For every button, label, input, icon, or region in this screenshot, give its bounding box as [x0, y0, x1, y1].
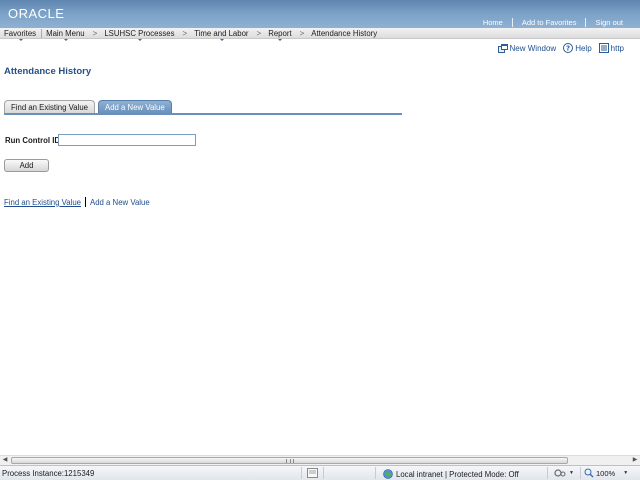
add-button[interactable]: Add [4, 159, 49, 172]
tab-divider [4, 113, 402, 115]
home-link[interactable]: Home [474, 18, 512, 27]
sign-out-link[interactable]: Sign out [586, 18, 632, 27]
header-banner: ORACLE Home Add to Favorites Sign out [0, 0, 640, 28]
dropdown-arrow-icon [219, 38, 224, 41]
breadcrumb-attendance-history: Attendance History [307, 29, 382, 38]
favorites-menu-label: Favorites [4, 28, 37, 38]
http-link-icon [598, 43, 609, 53]
run-control-id-label: Run Control ID: [5, 136, 63, 145]
magnifier-icon [584, 468, 594, 478]
breadcrumb-label: Attendance History [311, 28, 378, 38]
breadcrumb-chevron-icon: > [182, 28, 188, 38]
scroll-right-arrow-icon[interactable]: ▶ [630, 456, 640, 465]
breadcrumb-label: Time and Labor [194, 28, 249, 38]
add-to-favorites-link[interactable]: Add to Favorites [513, 18, 586, 27]
svg-text:?: ? [566, 45, 570, 53]
find-existing-value-link[interactable]: Find an Existing Value [4, 198, 81, 207]
security-zone[interactable]: Local intranet | Protected Mode: Off [383, 469, 519, 479]
dropdown-caret-icon: ▼ [623, 470, 629, 476]
zoom-button[interactable]: 100% ▼ [584, 468, 628, 478]
horizontal-scrollbar[interactable]: ◀ ▶ [0, 455, 640, 465]
breadcrumb-lsuhsc-processes[interactable]: LSUHSC Processes [100, 28, 179, 41]
status-divider [323, 467, 324, 479]
link-divider [85, 197, 87, 207]
status-divider [375, 467, 376, 479]
main-menu[interactable]: Main Menu [42, 28, 90, 41]
breadcrumb-label: LSUHSC Processes [104, 28, 175, 38]
breadcrumb-label: Report [268, 28, 292, 38]
dropdown-arrow-icon [278, 38, 283, 41]
status-divider [547, 467, 548, 479]
favorites-menu[interactable]: Favorites [0, 28, 41, 41]
page-title: Attendance History [4, 66, 92, 77]
security-zone-text: Local intranet | Protected Mode: Off [396, 469, 519, 479]
breadcrumb-report[interactable]: Report [264, 28, 296, 41]
tab-strip: Find an Existing Value Add a New Value [4, 100, 175, 113]
dropdown-arrow-icon [63, 38, 68, 41]
settings-icon [554, 469, 566, 477]
dropdown-arrow-icon [18, 38, 23, 41]
breadcrumb-chevron-icon: > [256, 28, 262, 38]
header-divider [585, 18, 587, 27]
breadcrumb-chevron-icon: > [299, 28, 305, 38]
run-control-id-input[interactable] [58, 134, 196, 146]
header-links: Home Add to Favorites Sign out [474, 18, 632, 27]
main-menu-label: Main Menu [46, 28, 85, 38]
page-status-icon [307, 468, 318, 478]
dropdown-caret-icon: ▼ [569, 470, 574, 476]
protected-mode-button[interactable]: ▼ [554, 468, 574, 478]
globe-icon [383, 469, 393, 479]
oracle-logo: ORACLE [8, 6, 65, 21]
menu-bar: Favorites Main Menu > LSUHSC Processes >… [0, 28, 640, 41]
dropdown-arrow-icon [137, 38, 142, 41]
page-toolbar: New Window ? Help http [491, 43, 624, 53]
new-window-link[interactable]: New Window [497, 43, 557, 53]
scrollbar-thumb[interactable] [11, 457, 568, 464]
add-new-value-link[interactable]: Add a New Value [90, 198, 150, 207]
help-icon: ? [563, 43, 574, 53]
http-link[interactable]: http [598, 43, 624, 53]
help-link[interactable]: ? Help [563, 43, 592, 53]
http-label: http [610, 43, 624, 53]
tab-find-existing-value[interactable]: Find an Existing Value [4, 100, 96, 113]
new-window-icon [497, 43, 508, 53]
status-bar: Process Instance:1215349 Local intranet … [0, 465, 640, 480]
process-instance-text: Process Instance:1215349 [2, 469, 95, 478]
new-window-label: New Window [509, 43, 557, 53]
status-divider [301, 467, 302, 479]
tab-add-new-value[interactable]: Add a New Value [98, 100, 172, 113]
bottom-links: Find an Existing Value Add a New Value [4, 197, 150, 207]
header-divider [511, 18, 513, 27]
scrollbar-grip-icon [285, 459, 294, 463]
status-divider [580, 467, 581, 479]
zoom-level: 100% [596, 468, 616, 478]
help-label: Help [575, 43, 592, 53]
breadcrumb-chevron-icon: > [92, 28, 98, 38]
breadcrumb-time-and-labor[interactable]: Time and Labor [190, 28, 253, 41]
scroll-left-arrow-icon[interactable]: ◀ [0, 456, 10, 465]
